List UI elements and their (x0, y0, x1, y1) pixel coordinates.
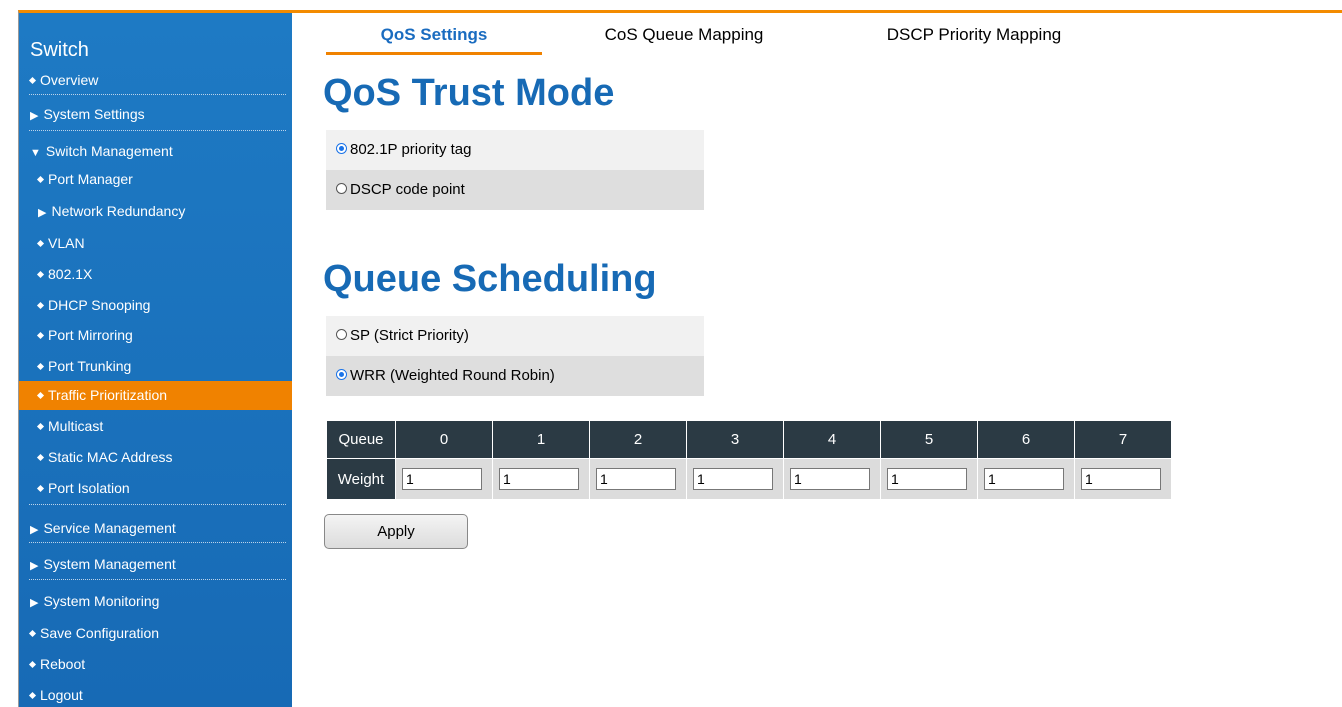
scheduling-option-wrr[interactable]: WRR (Weighted Round Robin) (326, 356, 704, 396)
triangle-right-icon: ▶ (30, 110, 39, 122)
diamond-bullet-icon (28, 629, 37, 637)
radio-selected-icon[interactable] (336, 368, 347, 380)
weight-cell (686, 458, 784, 500)
weight-cell (395, 458, 493, 500)
weight-input-queue-7[interactable] (1081, 468, 1161, 490)
triangle-right-icon: ▶ (30, 597, 39, 609)
sidebar-item-save-configuration[interactable]: Save Configuration (19, 621, 292, 645)
queue-number: 7 (1074, 420, 1172, 459)
sidebar-item-8021x[interactable]: 802.1X (19, 262, 292, 286)
radio-unselected-icon[interactable] (336, 182, 347, 194)
sidebar-divider (29, 504, 286, 505)
trust-option-8021p[interactable]: 802.1P priority tag (326, 130, 704, 170)
tab-dscp-priority-mapping[interactable]: DSCP Priority Mapping (858, 24, 1090, 52)
queue-number: 2 (589, 420, 687, 459)
diamond-bullet-icon (36, 422, 45, 430)
radio-unselected-icon[interactable] (336, 328, 347, 340)
triangle-right-icon: ▶ (30, 524, 39, 536)
trust-option-dscp[interactable]: DSCP code point (326, 170, 704, 210)
diamond-bullet-icon (28, 691, 37, 699)
sidebar-item-switch-management[interactable]: ▼ Switch Management (19, 139, 292, 163)
sidebar-title: Switch (30, 39, 89, 61)
diamond-bullet-icon (28, 76, 37, 84)
weight-input-queue-2[interactable] (596, 468, 676, 490)
diamond-bullet-icon (36, 453, 45, 461)
diamond-bullet-icon (28, 660, 37, 668)
sidebar-divider (29, 579, 286, 580)
queue-number: 6 (977, 420, 1075, 459)
apply-button[interactable]: Apply (324, 514, 468, 549)
weight-input-queue-3[interactable] (693, 468, 773, 490)
weight-row: Weight (326, 458, 1172, 500)
diamond-bullet-icon (36, 301, 45, 309)
queue-number: 0 (395, 420, 493, 459)
sidebar-divider (29, 130, 286, 131)
queue-weight-table: Queue 0 1 2 3 4 5 6 7 Weight (326, 420, 1172, 500)
diamond-bullet-icon (36, 362, 45, 370)
sidebar-item-port-mirroring[interactable]: Port Mirroring (19, 323, 292, 347)
diamond-bullet-icon (36, 239, 45, 247)
sidebar-divider (29, 94, 286, 95)
sidebar-item-port-trunking[interactable]: Port Trunking (19, 354, 292, 378)
weight-input-queue-6[interactable] (984, 468, 1064, 490)
sidebar-item-system-management[interactable]: ▶ System Management (19, 552, 292, 576)
weight-input-queue-0[interactable] (402, 468, 482, 490)
sidebar-divider (29, 542, 286, 543)
sidebar-item-port-manager[interactable]: Port Manager (19, 167, 292, 191)
radio-selected-icon[interactable] (336, 142, 347, 154)
diamond-bullet-icon (36, 484, 45, 492)
sidebar-item-multicast[interactable]: Multicast (19, 414, 292, 438)
sidebar-item-logout[interactable]: Logout (19, 683, 292, 707)
sidebar-item-static-mac-address[interactable]: Static MAC Address (19, 445, 292, 469)
triangle-right-icon: ▶ (30, 560, 39, 572)
queue-number: 5 (880, 420, 978, 459)
diamond-bullet-icon (36, 175, 45, 183)
weight-cell (492, 458, 590, 500)
weight-cell (880, 458, 978, 500)
queue-number: 3 (686, 420, 784, 459)
sidebar-item-network-redundancy[interactable]: ▶ Network Redundancy (19, 199, 292, 223)
queue-header-label: Queue (326, 420, 396, 459)
sidebar-item-dhcp-snooping[interactable]: DHCP Snooping (19, 293, 292, 317)
tab-qos-settings[interactable]: QoS Settings (326, 24, 542, 55)
weight-cell (589, 458, 687, 500)
scheduling-option-sp[interactable]: SP (Strict Priority) (326, 316, 704, 356)
weight-cell (1074, 458, 1172, 500)
weight-cell (977, 458, 1075, 500)
diamond-bullet-icon (36, 391, 45, 399)
queue-scheduling-heading: Queue Scheduling (323, 258, 657, 300)
queue-number: 4 (783, 420, 881, 459)
scheduling-options: SP (Strict Priority) WRR (Weighted Round… (326, 316, 704, 396)
diamond-bullet-icon (36, 270, 45, 278)
qos-trust-mode-heading: QoS Trust Mode (323, 72, 615, 114)
sidebar-item-traffic-prioritization[interactable]: Traffic Prioritization (19, 381, 292, 410)
sidebar-item-system-monitoring[interactable]: ▶ System Monitoring (19, 589, 292, 613)
sidebar: Switch Overview ▶ System Settings ▼ Switch… (19, 13, 292, 707)
sidebar-item-vlan[interactable]: VLAN (19, 231, 292, 255)
sidebar-item-overview[interactable]: Overview (19, 68, 292, 92)
weight-cell (783, 458, 881, 500)
weight-input-queue-5[interactable] (887, 468, 967, 490)
triangle-down-icon: ▼ (30, 147, 41, 159)
trust-mode-options: 802.1P priority tag DSCP code point (326, 130, 704, 210)
sidebar-item-port-isolation[interactable]: Port Isolation (19, 476, 292, 500)
weight-input-queue-1[interactable] (499, 468, 579, 490)
tab-cos-queue-mapping[interactable]: CoS Queue Mapping (574, 24, 794, 52)
queue-number: 1 (492, 420, 590, 459)
diamond-bullet-icon (36, 331, 45, 339)
triangle-right-icon: ▶ (38, 207, 47, 219)
queue-header-row: Queue 0 1 2 3 4 5 6 7 (326, 420, 1172, 459)
sidebar-item-system-settings[interactable]: ▶ System Settings (19, 102, 292, 126)
weight-input-queue-4[interactable] (790, 468, 870, 490)
weight-row-label: Weight (326, 458, 396, 500)
sidebar-item-service-management[interactable]: ▶ Service Management (19, 516, 292, 540)
sidebar-item-reboot[interactable]: Reboot (19, 652, 292, 676)
